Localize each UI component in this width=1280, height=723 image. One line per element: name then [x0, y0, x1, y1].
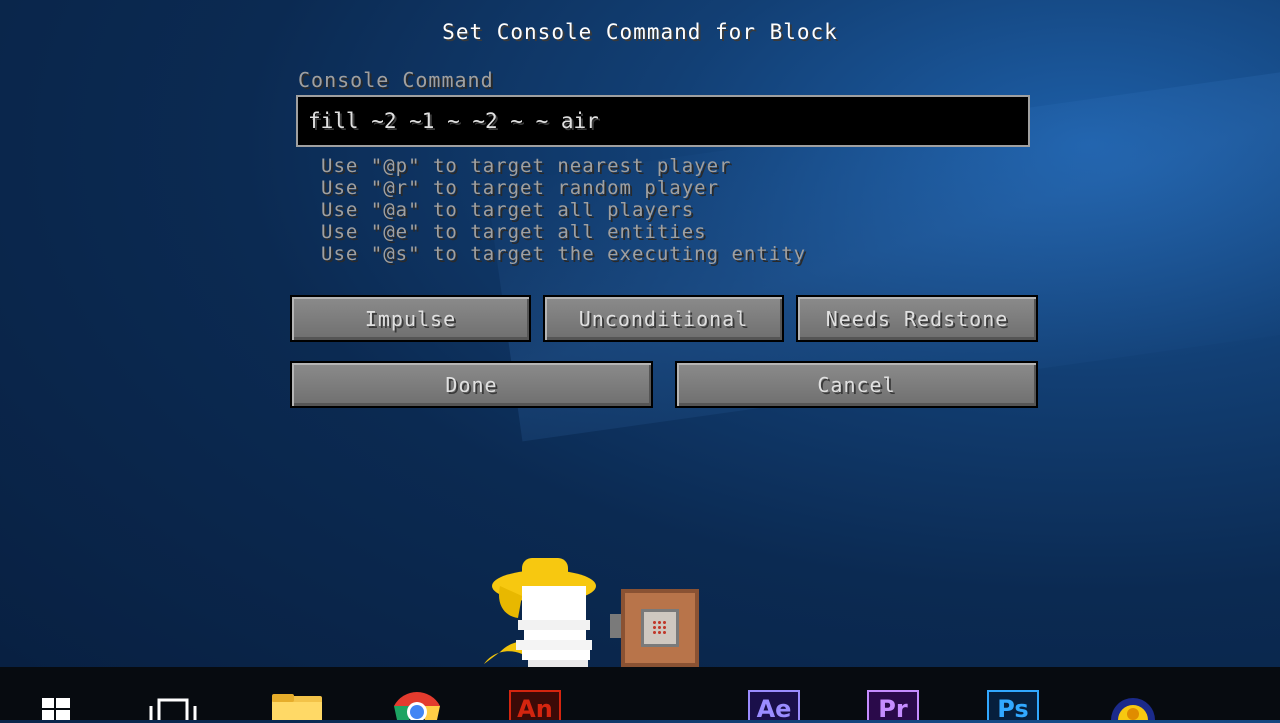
after-effects-button[interactable]: Ae	[747, 667, 801, 723]
task-view-icon	[149, 698, 197, 720]
condition-button[interactable]: Unconditional	[543, 295, 784, 342]
after-effects-icon: Ae	[748, 690, 800, 723]
target-hints: Use "@p" to target nearest player Use "@…	[321, 155, 806, 265]
hint-line: Use "@e" to target all entities	[321, 221, 707, 243]
chrome-button[interactable]	[388, 667, 446, 720]
block-mode-button[interactable]: Impulse	[290, 295, 531, 342]
photoshop-icon: Ps	[987, 690, 1039, 723]
hint-line: Use "@a" to target all players	[321, 199, 695, 221]
start-button[interactable]	[30, 667, 82, 720]
premiere-icon: Pr	[867, 690, 919, 723]
taskbar: An Ae Pr Ps	[0, 667, 1280, 723]
command-block-icon	[621, 589, 699, 667]
redstone-button[interactable]: Needs Redstone	[796, 295, 1038, 342]
folder-icon	[272, 694, 322, 720]
animate-icon: An	[509, 690, 561, 723]
block-connector	[610, 614, 621, 638]
app-avatar-icon	[1111, 698, 1155, 720]
hint-line: Use "@s" to target the executing entity	[321, 243, 807, 265]
dialog-title: Set Console Command for Block	[442, 20, 838, 44]
windows-logo-icon	[42, 698, 70, 720]
task-view-button[interactable]	[145, 667, 201, 720]
premiere-button[interactable]: Pr	[866, 667, 920, 723]
console-command-label: Console Command	[298, 68, 494, 92]
cancel-button[interactable]: Cancel	[675, 361, 1038, 408]
hint-line: Use "@r" to target random player	[321, 177, 720, 199]
done-button[interactable]: Done	[290, 361, 653, 408]
app-button[interactable]	[1106, 667, 1160, 720]
animate-button[interactable]: An	[508, 667, 562, 723]
chrome-icon	[394, 692, 440, 720]
console-command-input[interactable]	[296, 95, 1030, 147]
character-illustration-icon	[484, 558, 596, 668]
photoshop-button[interactable]: Ps	[986, 667, 1040, 723]
hint-line: Use "@p" to target nearest player	[321, 155, 732, 177]
file-explorer-button[interactable]	[270, 667, 324, 720]
